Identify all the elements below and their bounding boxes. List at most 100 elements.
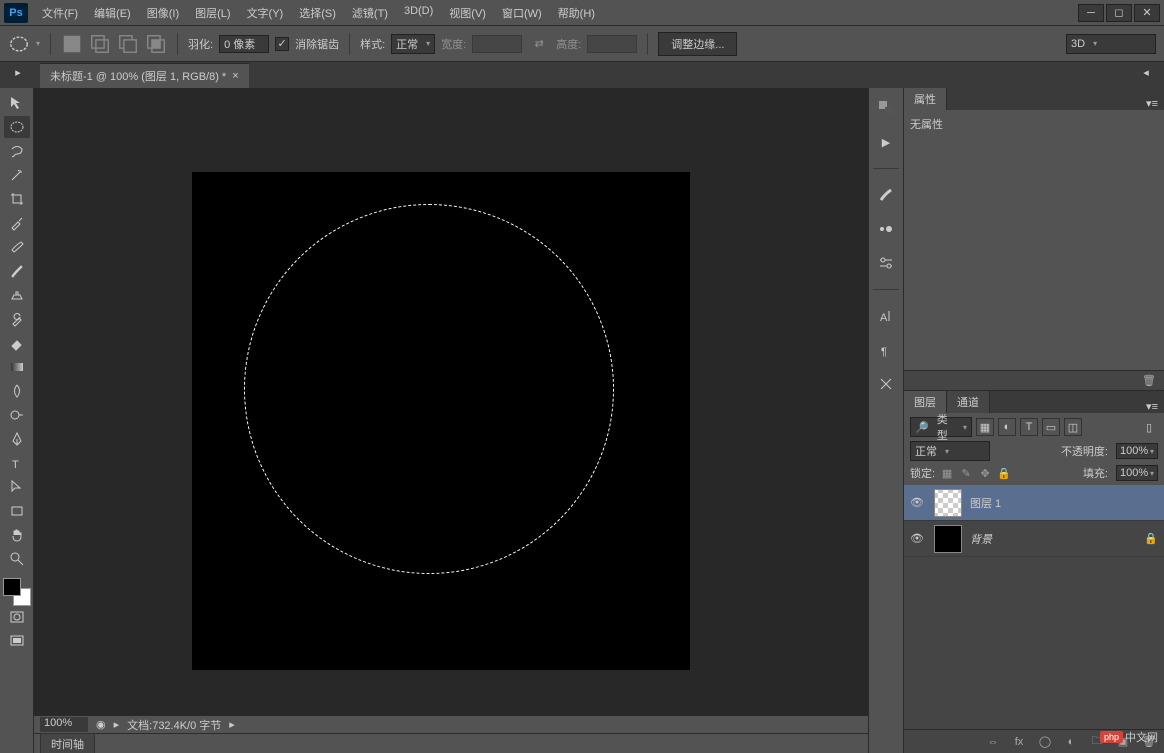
lock-pixels-icon[interactable]: ✎ bbox=[958, 465, 974, 481]
opacity-input[interactable]: 100%▾ bbox=[1116, 443, 1158, 459]
layer-row[interactable]: 👁 背景 🔒 bbox=[904, 521, 1164, 557]
antialias-checkbox[interactable]: ✓ bbox=[275, 37, 289, 51]
canvas[interactable] bbox=[192, 172, 690, 670]
layer-name-label[interactable]: 图层 1 bbox=[970, 495, 1158, 511]
filter-type-icon[interactable]: T bbox=[1020, 418, 1038, 436]
layer-thumbnail[interactable] bbox=[934, 489, 962, 517]
gradient-tool-icon[interactable] bbox=[4, 356, 30, 378]
filter-smart-icon[interactable]: ◫ bbox=[1064, 418, 1082, 436]
foreground-color-swatch[interactable] bbox=[3, 578, 21, 596]
visibility-toggle-icon[interactable]: 👁 bbox=[910, 532, 926, 545]
healing-brush-tool-icon[interactable] bbox=[4, 236, 30, 258]
selection-add-icon[interactable] bbox=[89, 33, 111, 55]
selection-new-icon[interactable] bbox=[61, 33, 83, 55]
pen-tool-icon[interactable] bbox=[4, 428, 30, 450]
menu-select[interactable]: 选择(S) bbox=[293, 2, 342, 24]
menu-edit[interactable]: 编辑(E) bbox=[88, 2, 137, 24]
filter-shape-icon[interactable]: ▭ bbox=[1042, 418, 1060, 436]
brush-tool-icon[interactable] bbox=[4, 260, 30, 282]
collapse-left-icon[interactable]: ▸ bbox=[8, 66, 28, 79]
menu-layer[interactable]: 图层(L) bbox=[189, 2, 236, 24]
properties-menu-icon[interactable]: ▾≡ bbox=[1140, 97, 1164, 110]
dock-adjustments-icon[interactable] bbox=[873, 251, 899, 275]
dock-character-icon[interactable]: A bbox=[873, 304, 899, 328]
lock-transparency-icon[interactable]: ▦ bbox=[939, 465, 955, 481]
active-tool-icon[interactable] bbox=[8, 33, 30, 55]
eyedropper-tool-icon[interactable] bbox=[4, 212, 30, 234]
lasso-tool-icon[interactable] bbox=[4, 140, 30, 162]
quickmask-icon[interactable] bbox=[4, 606, 30, 628]
workspace-select[interactable]: 3D▾ bbox=[1066, 34, 1156, 54]
history-brush-tool-icon[interactable] bbox=[4, 308, 30, 330]
layer-mask-icon[interactable]: ◯ bbox=[1036, 733, 1054, 751]
filter-pixels-icon[interactable]: ▦ bbox=[976, 418, 994, 436]
menu-help[interactable]: 帮助(H) bbox=[552, 2, 601, 24]
type-tool-icon[interactable]: T bbox=[4, 452, 30, 474]
refine-edge-button[interactable]: 调整边缘... bbox=[658, 32, 737, 56]
magic-wand-tool-icon[interactable] bbox=[4, 164, 30, 186]
filter-adjust-icon[interactable]: ◐ bbox=[998, 418, 1016, 436]
statusbar-nav-icon[interactable]: ◉ bbox=[96, 718, 106, 731]
elliptical-marquee-tool-icon[interactable] bbox=[4, 116, 30, 138]
doc-info-chevron-icon[interactable]: ▸ bbox=[229, 718, 235, 731]
channels-tab[interactable]: 通道 bbox=[947, 391, 990, 413]
document-tab[interactable]: 未标题-1 @ 100% (图层 1, RGB/8) * × bbox=[40, 63, 249, 88]
document-tab-close-icon[interactable]: × bbox=[232, 70, 238, 82]
style-select[interactable]: 正常▾ bbox=[391, 34, 435, 54]
layer-row[interactable]: 👁 图层 1 bbox=[904, 485, 1164, 521]
collapse-right-icon[interactable]: ◂ bbox=[1136, 66, 1156, 79]
zoom-input[interactable]: 100% bbox=[40, 717, 88, 732]
dock-brush-presets-icon[interactable] bbox=[873, 217, 899, 241]
lock-position-icon[interactable]: ✥ bbox=[977, 465, 993, 481]
layer-thumbnail[interactable] bbox=[934, 525, 962, 553]
menu-filter[interactable]: 滤镜(T) bbox=[346, 2, 394, 24]
path-select-tool-icon[interactable] bbox=[4, 476, 30, 498]
lock-all-icon[interactable]: 🔒 bbox=[996, 465, 1012, 481]
visibility-toggle-icon[interactable]: 👁 bbox=[910, 496, 926, 509]
dodge-tool-icon[interactable] bbox=[4, 404, 30, 426]
fill-input[interactable]: 100%▾ bbox=[1116, 465, 1158, 481]
app-logo[interactable]: Ps bbox=[4, 3, 28, 23]
layer-fx-icon[interactable]: fx bbox=[1010, 733, 1028, 751]
dock-brushes-icon[interactable] bbox=[873, 183, 899, 207]
clone-stamp-tool-icon[interactable] bbox=[4, 284, 30, 306]
layers-tab[interactable]: 图层 bbox=[904, 391, 947, 413]
hand-tool-icon[interactable] bbox=[4, 524, 30, 546]
zoom-tool-icon[interactable] bbox=[4, 548, 30, 570]
timeline-tab[interactable]: 时间轴 bbox=[40, 733, 95, 753]
layers-menu-icon[interactable]: ▾≡ bbox=[1140, 400, 1164, 413]
dock-tools-icon[interactable] bbox=[873, 372, 899, 396]
eraser-tool-icon[interactable] bbox=[4, 332, 30, 354]
screenmode-icon[interactable] bbox=[4, 630, 30, 652]
dock-paragraph-icon[interactable]: ¶ bbox=[873, 338, 899, 362]
minimize-button[interactable]: ─ bbox=[1078, 4, 1104, 22]
feather-input[interactable]: 0 像素 bbox=[219, 35, 269, 53]
menu-type[interactable]: 文字(Y) bbox=[241, 2, 290, 24]
dock-color-icon[interactable] bbox=[873, 96, 899, 120]
crop-tool-icon[interactable] bbox=[4, 188, 30, 210]
menu-window[interactable]: 窗口(W) bbox=[496, 2, 548, 24]
selection-subtract-icon[interactable] bbox=[117, 33, 139, 55]
document-tabbar: ▸ 未标题-1 @ 100% (图层 1, RGB/8) * × ◂ bbox=[0, 62, 1164, 88]
canvas-area[interactable]: 100% ◉ ▸ 文档:732.4K/0 字节 ▸ 时间轴 bbox=[34, 88, 868, 753]
properties-tab[interactable]: 属性 bbox=[904, 88, 947, 110]
menu-file[interactable]: 文件(F) bbox=[36, 2, 84, 24]
menu-image[interactable]: 图像(I) bbox=[141, 2, 185, 24]
dock-play-icon[interactable]: ▶ bbox=[873, 130, 899, 154]
move-tool-icon[interactable] bbox=[4, 92, 30, 114]
menu-3d[interactable]: 3D(D) bbox=[398, 2, 439, 24]
blur-tool-icon[interactable] bbox=[4, 380, 30, 402]
rectangle-tool-icon[interactable] bbox=[4, 500, 30, 522]
color-swatches[interactable] bbox=[3, 578, 31, 606]
layer-name-label[interactable]: 背景 bbox=[970, 531, 1136, 547]
selection-intersect-icon[interactable] bbox=[145, 33, 167, 55]
link-layers-icon[interactable]: ⇔ bbox=[984, 733, 1002, 751]
layer-filter-kind[interactable]: 🔎 类型 ▾ bbox=[910, 417, 972, 437]
menu-view[interactable]: 视图(V) bbox=[443, 2, 492, 24]
adjustment-layer-icon[interactable]: ◐ bbox=[1062, 733, 1080, 751]
close-button[interactable]: ✕ bbox=[1134, 4, 1160, 22]
filter-toggle-icon[interactable]: ▯ bbox=[1140, 418, 1158, 436]
blend-mode-select[interactable]: 正常▾ bbox=[910, 441, 990, 461]
maximize-button[interactable]: ◻ bbox=[1106, 4, 1132, 22]
properties-trash-icon[interactable]: 🗑 bbox=[1140, 372, 1158, 390]
